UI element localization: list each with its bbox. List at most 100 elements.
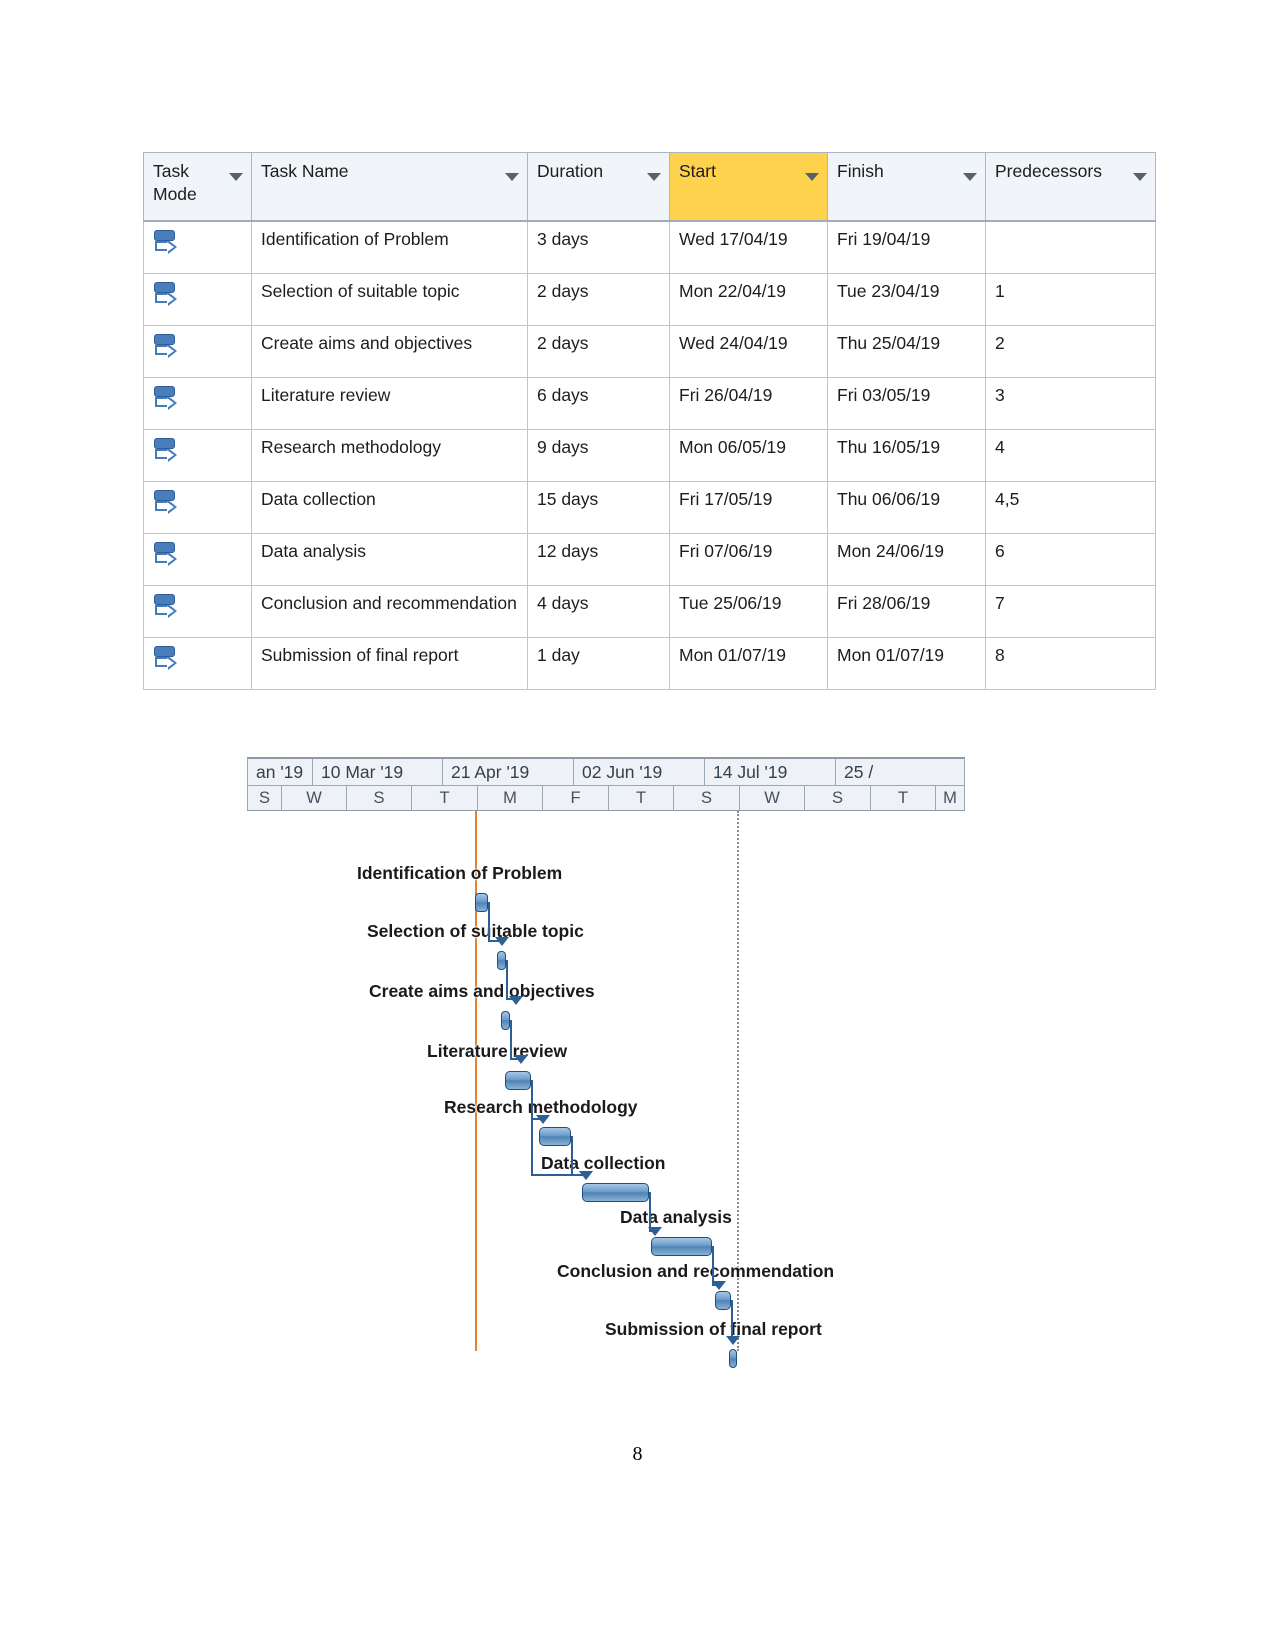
cell-task-mode[interactable] xyxy=(143,272,252,326)
gantt-bar[interactable] xyxy=(651,1237,712,1256)
filter-dropdown-icon-start[interactable] xyxy=(805,173,819,181)
filter-dropdown-icon-predecessors[interactable] xyxy=(1133,173,1147,181)
gantt-bar[interactable] xyxy=(539,1127,571,1146)
cell-start[interactable]: Mon 22/04/19 xyxy=(669,272,828,326)
gantt-link-arrowhead-icon xyxy=(514,1055,528,1064)
gantt-link-arrowhead-icon xyxy=(712,1281,726,1290)
cell-predecessors[interactable]: 4 xyxy=(985,428,1156,482)
cell-duration[interactable]: 2 days xyxy=(527,324,670,378)
cell-start[interactable]: Mon 01/07/19 xyxy=(669,636,828,690)
cell-start[interactable]: Tue 25/06/19 xyxy=(669,584,828,638)
table-row[interactable]: Identification of Problem 3 days Wed 17/04… xyxy=(143,220,1156,274)
timeline-period-cell: an '19 xyxy=(248,759,313,785)
cell-predecessors[interactable]: 4,5 xyxy=(985,480,1156,534)
cell-finish[interactable]: Fri 28/06/19 xyxy=(827,584,986,638)
cell-start[interactable]: Fri 26/04/19 xyxy=(669,376,828,430)
table-row[interactable]: Data collection 15 days Fri 17/05/19 Thu 06… xyxy=(143,480,1156,534)
gantt-bar[interactable] xyxy=(715,1291,731,1310)
timeline-day-cell: M xyxy=(943,788,957,807)
cell-finish[interactable]: Mon 24/06/19 xyxy=(827,532,986,586)
auto-schedule-icon xyxy=(153,592,179,622)
cell-duration[interactable]: 1 day xyxy=(527,636,670,690)
cell-start[interactable]: Wed 24/04/19 xyxy=(669,324,828,378)
auto-schedule-icon xyxy=(153,436,179,466)
column-header-task-name-label: Task Name xyxy=(261,161,349,181)
cell-predecessors[interactable]: 2 xyxy=(985,324,1156,378)
cell-predecessors[interactable]: 6 xyxy=(985,532,1156,586)
cell-task-name[interactable]: Data collection xyxy=(251,480,528,534)
filter-dropdown-icon-task-mode[interactable] xyxy=(229,173,243,181)
gantt-link-vertical xyxy=(488,902,490,940)
filter-dropdown-icon-duration[interactable] xyxy=(647,173,661,181)
table-row[interactable]: Research methodology 9 days Mon 06/05/19 Th… xyxy=(143,428,1156,482)
table-header: Task Mode Task Name Duration Start Finis… xyxy=(143,152,1156,222)
cell-finish[interactable]: Thu 25/04/19 xyxy=(827,324,986,378)
column-header-predecessors[interactable]: Predecessors xyxy=(985,152,1156,222)
cell-finish[interactable]: Tue 23/04/19 xyxy=(827,272,986,326)
cell-task-name[interactable]: Selection of suitable topic xyxy=(251,272,528,326)
cell-task-mode[interactable] xyxy=(143,584,252,638)
cell-finish[interactable]: Thu 16/05/19 xyxy=(827,428,986,482)
cell-start[interactable]: Fri 07/06/19 xyxy=(669,532,828,586)
cell-start[interactable]: Fri 17/05/19 xyxy=(669,480,828,534)
cell-duration[interactable]: 12 days xyxy=(527,532,670,586)
timeline-day-cell: T xyxy=(412,786,478,810)
column-header-task-mode[interactable]: Task Mode xyxy=(143,152,252,222)
cell-predecessors[interactable]: 3 xyxy=(985,376,1156,430)
gantt-link-vertical xyxy=(506,960,508,998)
cell-start[interactable]: Mon 06/05/19 xyxy=(669,428,828,482)
cell-task-name[interactable]: Submission of final report xyxy=(251,636,528,690)
gantt-bar[interactable] xyxy=(582,1183,649,1202)
gantt-link-arrowhead-icon xyxy=(509,996,523,1005)
task-table: Task Mode Task Name Duration Start Finis… xyxy=(143,152,1156,690)
cell-task-mode[interactable] xyxy=(143,636,252,690)
cell-duration[interactable]: 6 days xyxy=(527,376,670,430)
cell-predecessors[interactable]: 8 xyxy=(985,636,1156,690)
cell-duration[interactable]: 3 days xyxy=(527,220,670,274)
cell-task-name[interactable]: Create aims and objectives xyxy=(251,324,528,378)
cell-task-mode[interactable] xyxy=(143,220,252,274)
cell-duration[interactable]: 2 days xyxy=(527,272,670,326)
column-header-duration[interactable]: Duration xyxy=(527,152,670,222)
table-row[interactable]: Data analysis 12 days Fri 07/06/19 Mon 24/0… xyxy=(143,532,1156,586)
cell-finish[interactable]: Thu 06/06/19 xyxy=(827,480,986,534)
cell-predecessors[interactable]: 1 xyxy=(985,272,1156,326)
cell-finish[interactable]: Mon 01/07/19 xyxy=(827,636,986,690)
cell-task-mode[interactable] xyxy=(143,376,252,430)
cell-start[interactable]: Wed 17/04/19 xyxy=(669,220,828,274)
cell-task-name[interactable]: Research methodology xyxy=(251,428,528,482)
cell-finish[interactable]: Fri 03/05/19 xyxy=(827,376,986,430)
cell-task-mode[interactable] xyxy=(143,324,252,378)
filter-dropdown-icon-task-name[interactable] xyxy=(505,173,519,181)
table-row[interactable]: Conclusion and recommendation 4 days Tue 2… xyxy=(143,584,1156,638)
cell-task-name[interactable]: Data analysis xyxy=(251,532,528,586)
cell-task-mode[interactable] xyxy=(143,480,252,534)
timeline-day-cell: W xyxy=(740,786,805,810)
cell-finish[interactable]: Fri 19/04/19 xyxy=(827,220,986,274)
gantt-bar[interactable] xyxy=(729,1349,737,1368)
gantt-bar[interactable] xyxy=(505,1071,531,1090)
gantt-bar[interactable] xyxy=(501,1011,510,1030)
cell-task-mode[interactable] xyxy=(143,532,252,586)
timeline-period-cell: 25 / xyxy=(844,761,874,782)
cell-task-name[interactable]: Literature review xyxy=(251,376,528,430)
table-row[interactable]: Literature review 6 days Fri 26/04/19 Fri 0… xyxy=(143,376,1156,430)
column-header-task-name[interactable]: Task Name xyxy=(251,152,528,222)
cell-task-mode[interactable] xyxy=(143,428,252,482)
table-row[interactable]: Submission of final report 1 day Mon 01/07… xyxy=(143,636,1156,690)
gantt-bar[interactable] xyxy=(497,951,506,970)
column-header-start[interactable]: Start xyxy=(669,152,828,222)
cell-task-name[interactable]: Identification of Problem xyxy=(251,220,528,274)
gantt-bar[interactable] xyxy=(475,893,488,912)
table-row[interactable]: Create aims and objectives 2 days Wed 24/0… xyxy=(143,324,1156,378)
cell-task-name[interactable]: Conclusion and recommendation xyxy=(251,584,528,638)
table-row[interactable]: Selection of suitable topic 2 days Mon 22/… xyxy=(143,272,1156,326)
cell-duration[interactable]: 15 days xyxy=(527,480,670,534)
timeline-period-cell: 21 Apr '19 xyxy=(443,759,574,785)
filter-dropdown-icon-finish[interactable] xyxy=(963,173,977,181)
cell-duration[interactable]: 9 days xyxy=(527,428,670,482)
cell-predecessors[interactable] xyxy=(985,220,1156,274)
cell-duration[interactable]: 4 days xyxy=(527,584,670,638)
column-header-finish[interactable]: Finish xyxy=(827,152,986,222)
cell-predecessors[interactable]: 7 xyxy=(985,584,1156,638)
